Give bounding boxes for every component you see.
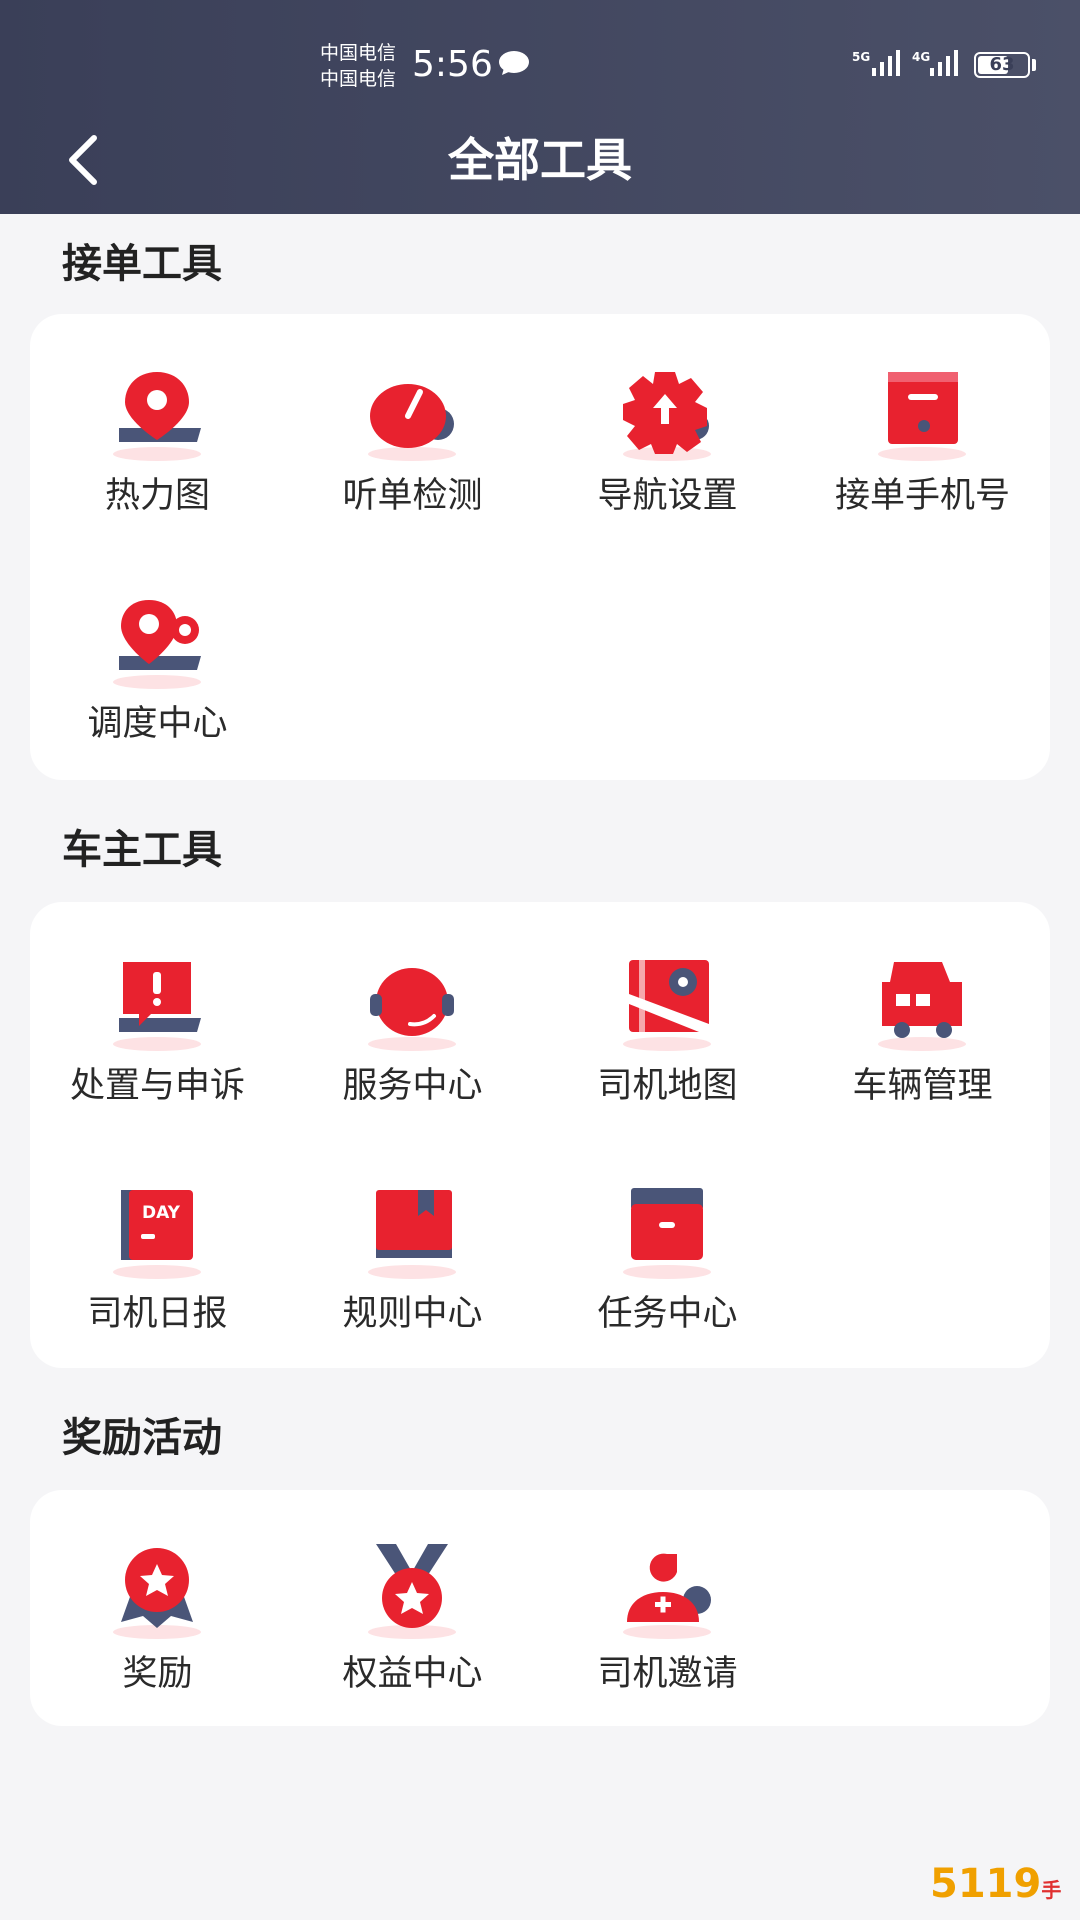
invite-user-icon	[623, 1553, 711, 1639]
phone-box-icon	[878, 372, 966, 461]
tool-label: 车辆管理	[852, 1066, 993, 1106]
tool-label: 处置与申诉	[69, 1066, 245, 1106]
tool-appeal[interactable]: 处置与申诉	[30, 954, 285, 1154]
alert-chat-icon	[113, 962, 201, 1051]
battery-icon: 63	[974, 52, 1030, 78]
tool-driver-map[interactable]: 司机地图	[540, 954, 795, 1154]
task-box-icon	[623, 1188, 711, 1279]
tool-label: 司机邀请	[597, 1654, 738, 1694]
tool-driver-daily[interactable]: DAY 司机日报	[30, 1182, 285, 1382]
tool-label: 热力图	[104, 476, 210, 516]
tool-heatmap[interactable]: 热力图	[30, 364, 285, 564]
headset-icon	[368, 968, 456, 1051]
tool-dispatch-center[interactable]: 调度中心	[30, 592, 285, 792]
site-watermark: 5119手游网	[930, 1858, 1080, 1920]
tool-label: 权益中心	[342, 1654, 483, 1694]
tool-label: 规则中心	[342, 1294, 483, 1334]
tool-task-center[interactable]: 任务中心	[540, 1182, 795, 1382]
tool-order-phone[interactable]: 接单手机号	[795, 364, 1050, 564]
signal-icon-2	[930, 50, 958, 76]
tool-label: 司机地图	[597, 1066, 738, 1106]
status-time: 5:56	[412, 44, 493, 85]
tool-vehicle-management[interactable]: 车辆管理	[795, 954, 1050, 1154]
tool-label: 调度中心	[87, 704, 228, 744]
battery-cap	[1032, 59, 1036, 71]
tool-label: 听单检测	[342, 476, 483, 516]
tool-rule-center[interactable]: 规则中心	[285, 1182, 540, 1382]
carrier-label-2: 中国电信	[320, 68, 397, 90]
signal-icon-1	[872, 50, 900, 76]
battery-percent: 63	[989, 54, 1015, 75]
heatmap-pin-icon	[113, 372, 201, 461]
carrier-label-1: 中国电信	[320, 42, 397, 64]
tool-service-center[interactable]: 服务中心	[285, 954, 540, 1154]
tool-benefits-center[interactable]: 权益中心	[285, 1542, 540, 1742]
page-title: 全部工具	[448, 133, 632, 187]
tool-order-detection[interactable]: 听单检测	[285, 364, 540, 564]
top-header: 中国电信 中国电信 5:56 5G 4G 63 全部工具	[0, 0, 1080, 214]
tool-card-order-tools: 热力图 听单检测 导航设置 接单手机号 调度中心	[30, 314, 1050, 780]
network-type-1: 5G	[852, 50, 871, 64]
dispatch-pin-icon	[113, 600, 201, 689]
tool-card-rewards: 奖励 权益中心 司机邀请	[30, 1490, 1050, 1726]
daily-report-icon: DAY	[113, 1190, 201, 1279]
section-title-order-tools: 接单工具	[62, 241, 222, 287]
medal-icon	[368, 1544, 456, 1639]
tool-rewards[interactable]: 奖励	[30, 1542, 285, 1742]
tool-label: 接单手机号	[834, 476, 1010, 516]
tool-label: 导航设置	[597, 476, 738, 516]
message-icon	[499, 51, 529, 75]
status-bar: 中国电信 中国电信 5:56 5G 4G 63	[0, 0, 1080, 120]
tool-label: 任务中心	[597, 1294, 738, 1334]
tool-label: 奖励	[122, 1654, 193, 1694]
tool-card-owner-tools: 处置与申诉 服务中心 司机地图 车辆管理 DAY 司机日报 规则中心 任务中心	[30, 902, 1050, 1368]
carrier-labels: 中国电信 中国电信	[320, 40, 396, 92]
watermark-main: 5119	[930, 1861, 1042, 1907]
car-icon	[878, 962, 966, 1051]
map-icon	[623, 960, 711, 1051]
star-badge-icon	[113, 1548, 201, 1639]
tool-driver-invite[interactable]: 司机邀请	[540, 1542, 795, 1742]
tool-label: 服务中心	[342, 1066, 483, 1106]
day-badge-text: DAY	[142, 1203, 181, 1223]
gear-arrow-icon	[623, 372, 711, 461]
section-title-rewards: 奖励活动	[62, 1415, 222, 1461]
tool-label: 司机日报	[87, 1294, 228, 1334]
section-title-owner-tools: 车主工具	[62, 827, 222, 873]
rule-book-icon	[368, 1190, 456, 1279]
gauge-icon	[368, 384, 456, 461]
tool-navigation-settings[interactable]: 导航设置	[540, 364, 795, 564]
